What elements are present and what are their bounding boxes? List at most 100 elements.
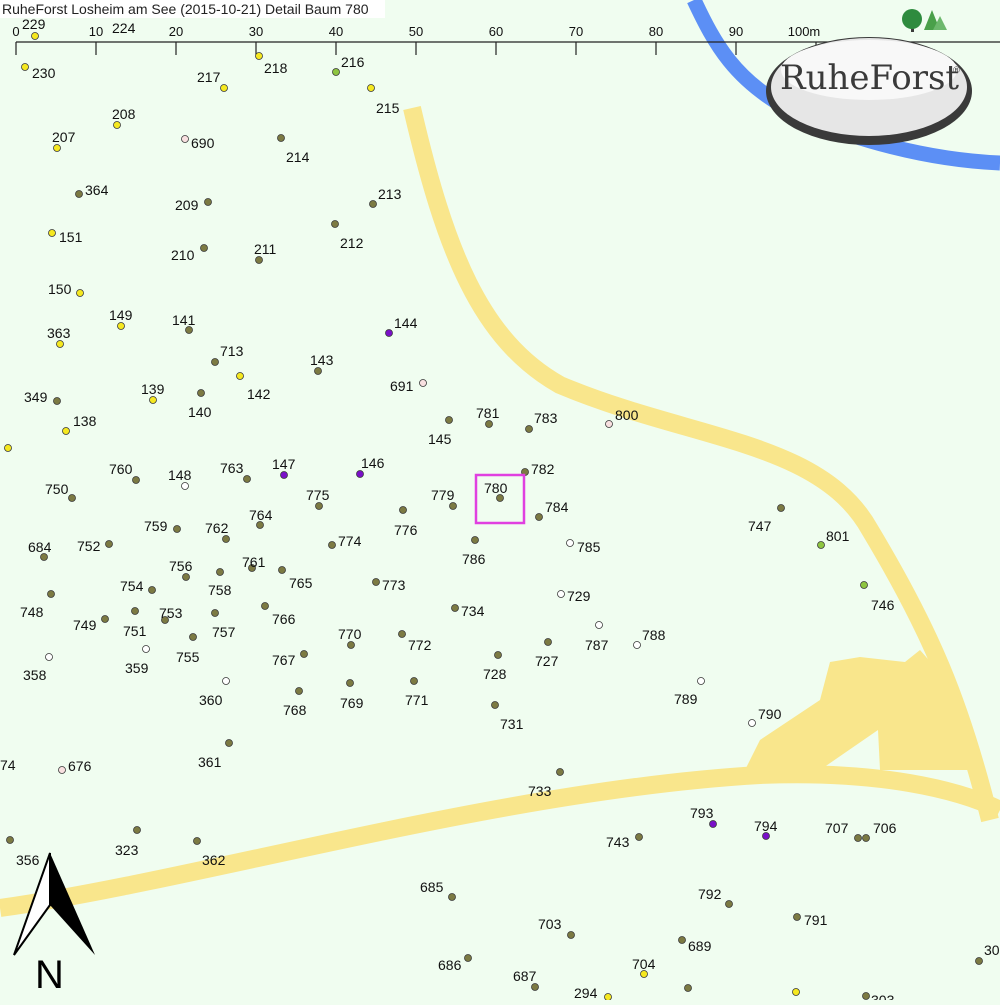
tree-dot[interactable] (255, 52, 263, 60)
tree-dot[interactable] (862, 992, 870, 1000)
tree-marker[interactable]: 140 (188, 389, 212, 421)
tree-dot[interactable] (193, 837, 201, 845)
tree-dot[interactable] (725, 900, 733, 908)
tree-dot[interactable] (280, 471, 288, 479)
tree-dot[interactable] (398, 630, 406, 638)
tree-marker[interactable]: 713 (211, 343, 244, 366)
tree-marker[interactable]: 788 (633, 627, 666, 649)
tree-marker[interactable]: 703 (538, 916, 575, 939)
tree-marker[interactable]: 323 (115, 826, 141, 859)
tree-dot[interactable] (132, 476, 140, 484)
tree-marker[interactable]: 706 (862, 820, 897, 842)
tree-dot[interactable] (535, 513, 543, 521)
tree-dot[interactable] (53, 397, 61, 405)
tree-dot[interactable] (182, 573, 190, 581)
tree-marker[interactable]: 780 (484, 480, 508, 502)
forest-map[interactable]: 0 10 20 30 40 50 60 70 80 90 100m 229 224 230 217 218 2… (0, 0, 1000, 1005)
tree-marker[interactable]: 210 (171, 244, 208, 264)
tree-dot[interactable] (709, 820, 717, 828)
tree-dot[interactable] (255, 256, 263, 264)
tree-marker[interactable]: 148 (168, 467, 192, 490)
tree-marker[interactable]: 145 (428, 416, 453, 448)
tree-marker[interactable]: 142 (236, 372, 271, 403)
tree-marker[interactable]: 217 (197, 69, 228, 92)
tree-dot[interactable] (149, 396, 157, 404)
tree-dot[interactable] (142, 645, 150, 653)
tree-marker[interactable]: 776 (394, 506, 418, 539)
tree-dot[interactable] (633, 641, 641, 649)
tree-marker[interactable]: 139 (141, 381, 165, 404)
tree-dot[interactable] (862, 834, 870, 842)
tree-marker[interactable]: 138 (62, 413, 97, 435)
tree-marker[interactable]: 791 (793, 912, 828, 928)
tree-dot[interactable] (211, 358, 219, 366)
tree-marker[interactable]: 207 (52, 129, 76, 152)
tree-marker[interactable]: 793 (690, 805, 717, 828)
tree-marker[interactable]: 208 (112, 106, 136, 129)
tree-dot[interactable] (471, 536, 479, 544)
tree-marker[interactable]: 691 (390, 378, 427, 394)
tree-dot[interactable] (595, 621, 603, 629)
tree-marker[interactable]: 209 (175, 197, 212, 213)
tree-dot[interactable] (697, 677, 705, 685)
tree-dot[interactable] (181, 135, 189, 143)
tree-dot[interactable] (449, 502, 457, 510)
tree-dot[interactable] (53, 144, 61, 152)
tree-dot[interactable] (6, 836, 14, 844)
tree-dot[interactable] (372, 578, 380, 586)
tree-marker[interactable]: 752 (77, 538, 113, 554)
tree-dot[interactable] (635, 833, 643, 841)
tree-dot[interactable] (131, 607, 139, 615)
tree-dot[interactable] (220, 84, 228, 92)
tree-dot[interactable] (75, 190, 83, 198)
tree-dot[interactable] (684, 984, 692, 992)
tree-marker[interactable]: 773 (372, 577, 406, 593)
tree-dot[interactable] (222, 535, 230, 543)
tree-marker[interactable]: 743 (606, 833, 643, 851)
tree-marker[interactable]: 214 (277, 134, 310, 166)
tree-dot[interactable] (300, 650, 308, 658)
tree-marker[interactable]: 755 (176, 633, 200, 666)
tree-dot[interactable] (367, 84, 375, 92)
tree-dot[interactable] (31, 32, 39, 40)
tree-marker[interactable]: 768 (283, 687, 307, 719)
tree-dot[interactable] (385, 329, 393, 337)
tree-dot[interactable] (21, 63, 29, 71)
tree-dot[interactable] (557, 590, 565, 598)
tree-marker[interactable]: 770 (338, 626, 362, 649)
tree-dot[interactable] (76, 289, 84, 297)
tree-dot[interactable] (173, 525, 181, 533)
tree-marker[interactable]: 212 (331, 220, 364, 252)
tree-dot[interactable] (56, 340, 64, 348)
tree-dot[interactable] (197, 389, 205, 397)
tree-marker[interactable]: 775 (306, 487, 330, 510)
tree-marker[interactable]: 765 (278, 566, 313, 592)
tree-marker[interactable]: 750 (45, 481, 76, 502)
tree-dot[interactable] (485, 420, 493, 428)
tree-dot[interactable] (356, 470, 364, 478)
tree-marker[interactable]: 230 (21, 63, 56, 82)
tree-marker[interactable]: 746 (860, 581, 895, 614)
tree-dot[interactable] (243, 475, 251, 483)
tree-marker[interactable]: 303 (862, 992, 895, 1005)
tree-dot[interactable] (347, 641, 355, 649)
tree-marker[interactable]: 147 (272, 456, 296, 479)
tree-dot[interactable] (817, 541, 825, 549)
tree-dot[interactable] (113, 121, 121, 129)
tree-dot[interactable] (277, 134, 285, 142)
tree-marker[interactable]: 218 (255, 52, 288, 77)
tree-marker[interactable]: 760 (109, 461, 140, 484)
tree-marker[interactable]: 676 (58, 758, 92, 774)
tree-dot[interactable] (346, 679, 354, 687)
tree-dot[interactable] (464, 954, 472, 962)
tree-dot[interactable] (566, 539, 574, 547)
tree-marker[interactable]: 360 (199, 677, 230, 709)
tree-marker[interactable]: 731 (491, 701, 524, 733)
tree-marker[interactable]: 787 (585, 621, 609, 654)
tree-marker[interactable]: 766 (261, 602, 296, 628)
tree-marker[interactable]: 784 (535, 499, 569, 521)
tree-dot[interactable] (45, 653, 53, 661)
tree-dot[interactable] (494, 651, 502, 659)
tree-dot[interactable] (748, 719, 756, 727)
tree-marker[interactable]: 363 (47, 325, 71, 348)
